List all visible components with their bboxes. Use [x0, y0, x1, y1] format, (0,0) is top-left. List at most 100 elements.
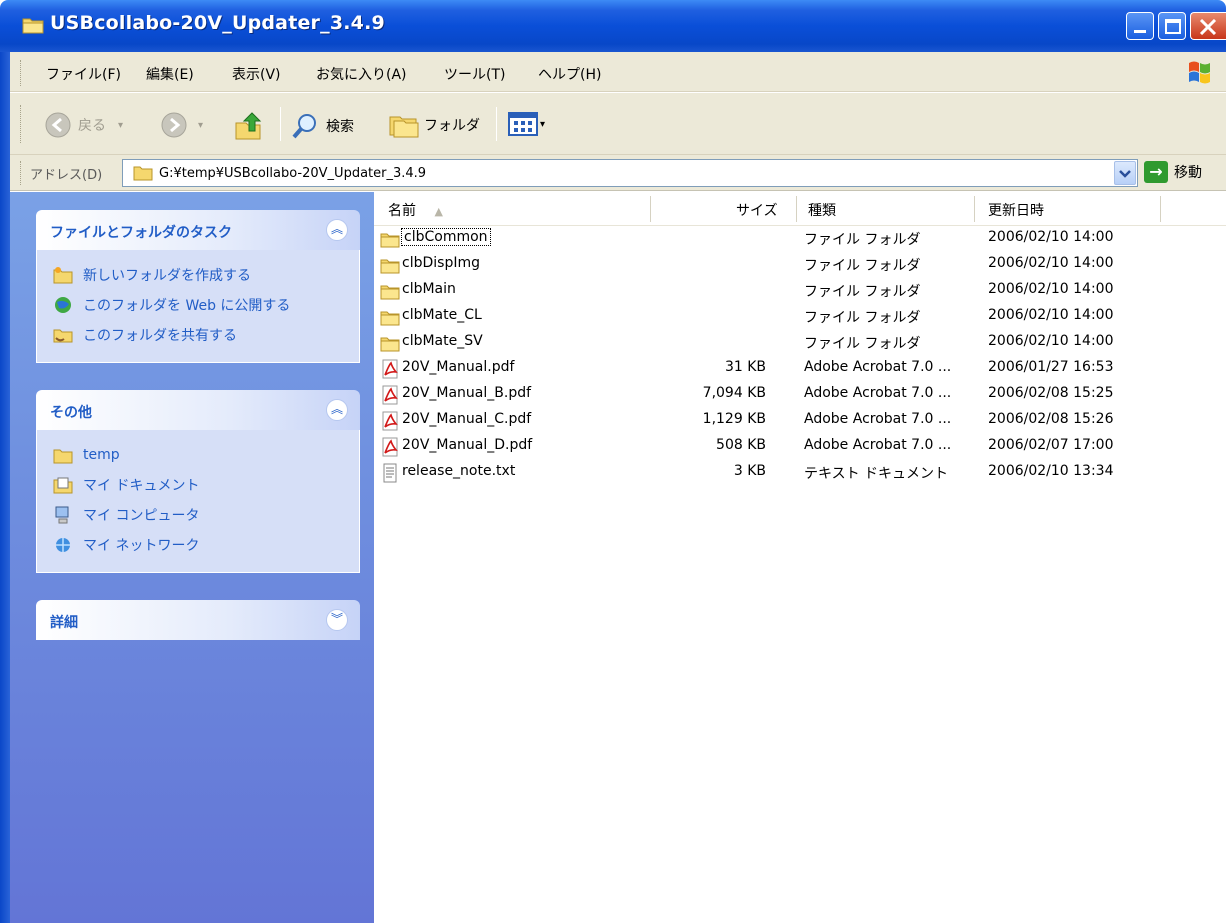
- file-modified: 2006/02/10 14:00: [988, 333, 1114, 349]
- file-name[interactable]: 20V_Manual_B.pdf: [402, 385, 531, 401]
- file-row[interactable]: clbDispImg ファイル フォルダ 2006/02/10 14:00: [374, 252, 1226, 278]
- place-my-documents[interactable]: マイ ドキュメント: [37, 470, 359, 500]
- file-modified: 2006/02/10 14:00: [988, 307, 1114, 323]
- column-divider[interactable]: [1160, 196, 1161, 222]
- forward-dropdown-icon[interactable]: ▾: [198, 120, 203, 131]
- shared-folder-icon: [53, 329, 73, 343]
- search-button[interactable]: 検索: [290, 111, 354, 141]
- place-temp[interactable]: temp: [37, 440, 359, 470]
- file-list-view[interactable]: 名前 ▲ サイズ 種類 更新日時 clbCommon ファイル フォルダ 2006/…: [374, 192, 1226, 923]
- column-divider[interactable]: [650, 196, 651, 222]
- file-row[interactable]: 20V_Manual_D.pdf 508 KB Adobe Acrobat 7.0 …: [374, 434, 1226, 460]
- column-divider[interactable]: [974, 196, 975, 222]
- minimize-button[interactable]: [1126, 12, 1154, 40]
- file-row[interactable]: 20V_Manual_C.pdf 1,129 KB Adobe Acrobat 7.…: [374, 408, 1226, 434]
- place-label: マイ ドキュメント: [83, 478, 200, 494]
- collapse-icon[interactable]: ︽: [326, 219, 348, 241]
- forward-button[interactable]: ▾: [160, 111, 203, 139]
- file-type: ファイル フォルダ: [804, 336, 921, 352]
- column-name[interactable]: 名前 ▲: [388, 200, 443, 220]
- file-name[interactable]: clbMain: [402, 281, 456, 297]
- address-label: アドレス(D): [30, 168, 103, 183]
- column-type[interactable]: 種類: [808, 200, 836, 220]
- place-my-network[interactable]: マイ ネットワーク: [37, 530, 359, 560]
- file-name[interactable]: clbMate_CL: [402, 307, 482, 323]
- task-publish-web[interactable]: このフォルダを Web に公開する: [37, 290, 359, 320]
- up-folder-button[interactable]: [234, 111, 266, 141]
- file-name[interactable]: 20V_Manual_D.pdf: [402, 437, 532, 453]
- menu-favorites[interactable]: お気に入り(A): [316, 64, 407, 84]
- file-row[interactable]: clbMate_CL ファイル フォルダ 2006/02/10 14:00: [374, 304, 1226, 330]
- file-row[interactable]: clbMain ファイル フォルダ 2006/02/10 14:00: [374, 278, 1226, 304]
- sort-ascending-icon: ▲: [434, 205, 443, 218]
- task-share-folder[interactable]: このフォルダを共有する: [37, 320, 359, 350]
- my-network-icon: [56, 538, 70, 552]
- file-row[interactable]: clbMate_SV ファイル フォルダ 2006/02/10 14:00: [374, 330, 1226, 356]
- maximize-button[interactable]: [1158, 12, 1186, 40]
- task-label: このフォルダを Web に公開する: [83, 298, 291, 314]
- file-folder-tasks-header[interactable]: ファイルとフォルダのタスク ︽: [36, 210, 360, 250]
- file-name[interactable]: clbMate_SV: [402, 333, 483, 349]
- chevron-down-icon: [1119, 170, 1131, 178]
- menu-help[interactable]: ヘルプ(H): [538, 64, 601, 84]
- close-button[interactable]: [1190, 12, 1226, 40]
- file-name[interactable]: 20V_Manual.pdf: [402, 359, 514, 375]
- panel-body: 新しいフォルダを作成する このフォルダを Web に公開する このフォルダを共有…: [36, 250, 360, 363]
- pdf-icon: [380, 385, 400, 405]
- address-field[interactable]: G:¥temp¥USBcollabo-20V_Updater_3.4.9: [122, 159, 1138, 187]
- file-row[interactable]: release_note.txt 3 KB テキスト ドキュメント 2006/02/1…: [374, 460, 1226, 486]
- file-modified: 2006/02/08 15:25: [988, 385, 1114, 401]
- go-button[interactable]: → 移動: [1144, 161, 1202, 183]
- menu-edit[interactable]: 編集(E): [146, 64, 194, 84]
- my-computer-icon: [55, 506, 69, 524]
- address-dropdown-button[interactable]: [1114, 161, 1136, 185]
- file-row[interactable]: 20V_Manual.pdf 31 KB Adobe Acrobat 7.0 ...…: [374, 356, 1226, 382]
- views-icon: [508, 112, 538, 136]
- column-divider[interactable]: [796, 196, 797, 222]
- new-folder-icon: [53, 267, 73, 284]
- globe-icon: [55, 297, 71, 313]
- file-name[interactable]: 20V_Manual_C.pdf: [402, 411, 531, 427]
- menu-tools[interactable]: ツール(T): [444, 64, 505, 84]
- title-bar[interactable]: USBcollabo-20V_Updater_3.4.9: [0, 0, 1226, 52]
- forward-arrow-icon: [161, 112, 187, 138]
- views-dropdown-icon[interactable]: ▾: [540, 119, 545, 130]
- file-size: 3 KB: [733, 463, 766, 479]
- details-header[interactable]: 詳細 ︾: [36, 600, 360, 640]
- task-new-folder[interactable]: 新しいフォルダを作成する: [37, 260, 359, 290]
- file-row[interactable]: 20V_Manual_B.pdf 7,094 KB Adobe Acrobat 7.…: [374, 382, 1226, 408]
- file-name[interactable]: release_note.txt: [402, 463, 515, 479]
- place-label: マイ コンピュータ: [83, 508, 200, 524]
- file-modified: 2006/02/07 17:00: [988, 437, 1114, 453]
- back-button[interactable]: 戻る ▾: [44, 111, 123, 139]
- column-modified[interactable]: 更新日時: [988, 200, 1044, 220]
- toolbar-grip[interactable]: [20, 105, 23, 143]
- folders-button[interactable]: フォルダ: [388, 111, 480, 139]
- address-path[interactable]: G:¥temp¥USBcollabo-20V_Updater_3.4.9: [159, 166, 426, 181]
- views-button[interactable]: ▾: [508, 111, 545, 137]
- file-size: 7,094 KB: [702, 385, 766, 401]
- expand-icon[interactable]: ︾: [326, 609, 348, 631]
- address-grip[interactable]: [20, 161, 23, 185]
- place-my-computer[interactable]: マイ コンピュータ: [37, 500, 359, 530]
- file-folder-tasks-panel: ファイルとフォルダのタスク ︽ 新しいフォルダを作成する このフォルダを Web…: [36, 210, 360, 363]
- panel-body: temp マイ ドキュメント マイ コンピュータ マイ ネットワーク: [36, 430, 360, 573]
- place-label: マイ ネットワーク: [83, 538, 200, 554]
- file-type: Adobe Acrobat 7.0 ...: [804, 359, 952, 375]
- menu-view[interactable]: 表示(V): [232, 64, 281, 84]
- menu-grip[interactable]: [20, 60, 23, 86]
- panel-title: その他: [50, 405, 92, 421]
- back-dropdown-icon[interactable]: ▾: [118, 120, 123, 131]
- file-name[interactable]: clbCommon: [401, 228, 491, 246]
- column-size[interactable]: サイズ: [736, 200, 778, 220]
- file-modified: 2006/01/27 16:53: [988, 359, 1114, 375]
- other-places-header[interactable]: その他 ︽: [36, 390, 360, 430]
- search-label: 検索: [326, 119, 354, 135]
- menu-file[interactable]: ファイル(F): [46, 64, 121, 84]
- collapse-icon[interactable]: ︽: [326, 399, 348, 421]
- file-modified: 2006/02/10 14:00: [988, 229, 1114, 245]
- panel-title: ファイルとフォルダのタスク: [50, 225, 232, 241]
- address-bar: アドレス(D) G:¥temp¥USBcollabo-20V_Updater_3…: [0, 155, 1226, 191]
- file-name[interactable]: clbDispImg: [402, 255, 480, 271]
- file-row[interactable]: clbCommon ファイル フォルダ 2006/02/10 14:00: [374, 226, 1226, 252]
